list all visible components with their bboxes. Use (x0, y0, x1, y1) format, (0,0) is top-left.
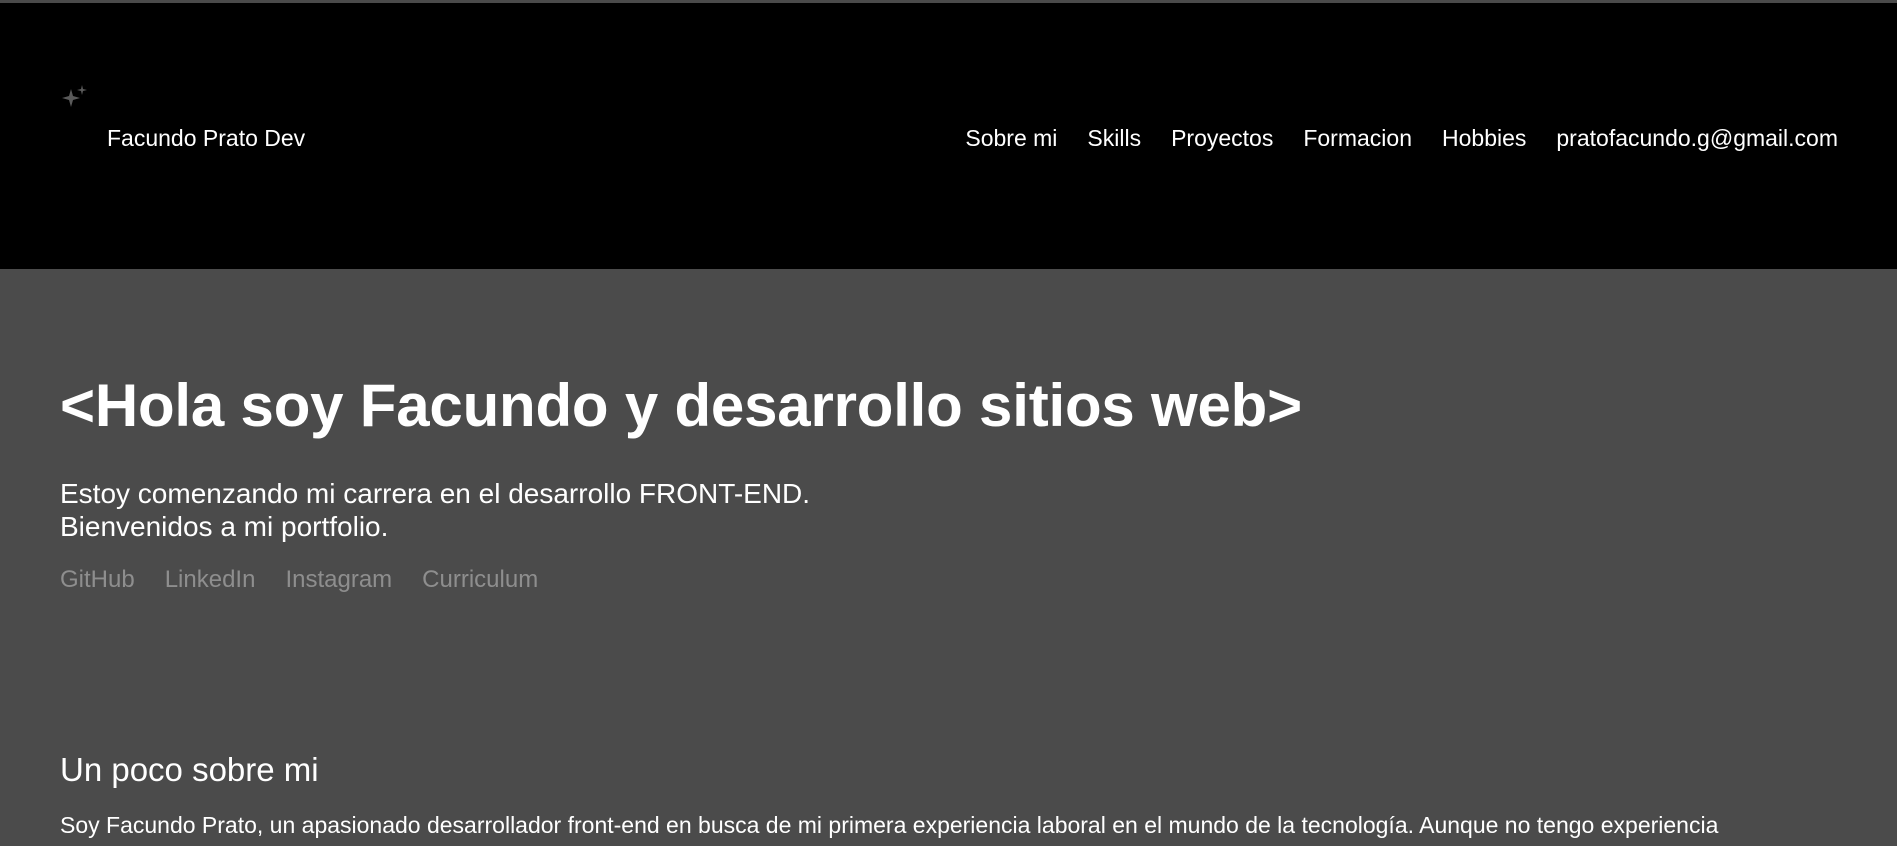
social-links: GitHub LinkedIn Instagram Curriculum (60, 566, 538, 594)
main-nav: Sobre mi Skills Proyectos Formacion Hobb… (965, 125, 1838, 152)
site-header: Facundo Prato Dev Sobre mi Skills Proyec… (0, 3, 1897, 269)
about-text: Soy Facundo Prato, un apasionado desarro… (60, 812, 1719, 838)
nav-item-proyectos[interactable]: Proyectos (1171, 125, 1273, 152)
hero-title: <Hola soy Facundo y desarrollo sitios we… (60, 372, 1302, 439)
brand-name[interactable]: Facundo Prato Dev (107, 125, 305, 152)
nav-item-email[interactable]: pratofacundo.g@gmail.com (1556, 125, 1838, 152)
about-title: Un poco sobre mi (60, 751, 319, 788)
nav-item-sobre-mi[interactable]: Sobre mi (965, 125, 1057, 152)
hero-section: <Hola soy Facundo y desarrollo sitios we… (0, 269, 1897, 846)
nav-item-hobbies[interactable]: Hobbies (1442, 125, 1526, 152)
curriculum-link[interactable]: Curriculum (422, 566, 538, 594)
linkedin-link[interactable]: LinkedIn (165, 566, 256, 594)
sparkles-icon (60, 83, 90, 113)
github-link[interactable]: GitHub (60, 566, 135, 594)
nav-item-skills[interactable]: Skills (1087, 125, 1141, 152)
instagram-link[interactable]: Instagram (285, 566, 392, 594)
hero-subtitle-line-1: Estoy comenzando mi carrera en el desarr… (60, 478, 811, 509)
nav-item-formacion[interactable]: Formacion (1303, 125, 1412, 152)
hero-subtitle-line-2: Bienvenidos a mi portfolio. (60, 511, 389, 542)
